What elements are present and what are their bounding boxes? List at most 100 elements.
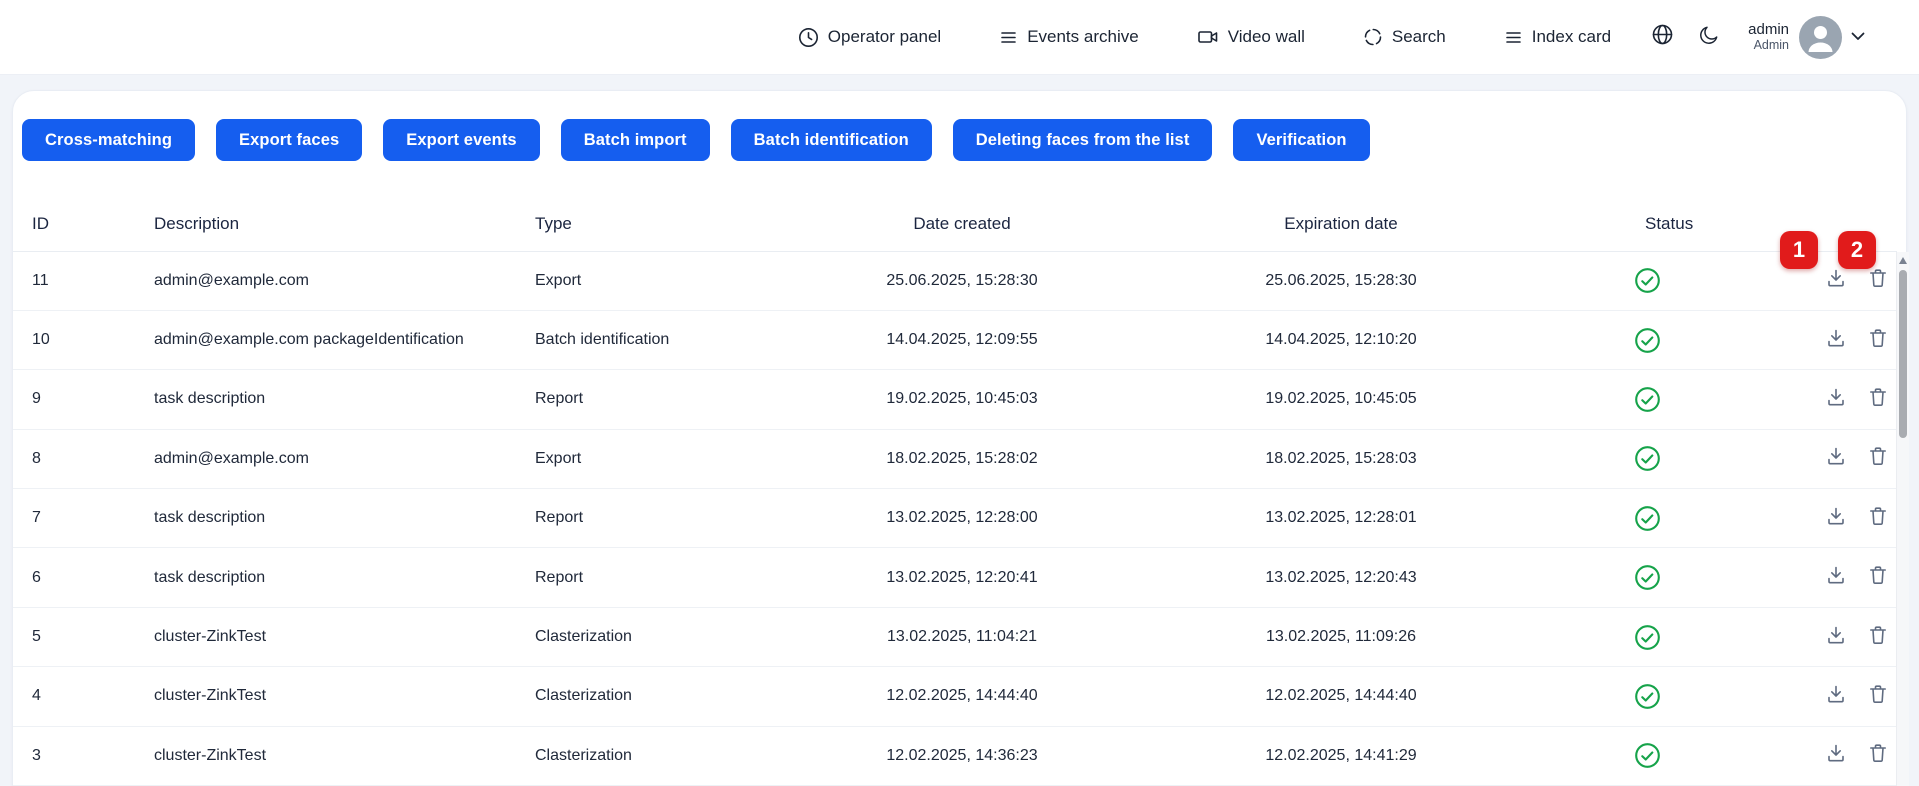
download-icon[interactable] (1824, 623, 1848, 652)
table-row: 7 task description Report 13.02.2025, 12… (13, 489, 1897, 548)
cell-type: Report (515, 489, 811, 548)
user-menu[interactable]: admin Admin (1748, 16, 1865, 59)
nav-item-operator-panel[interactable]: Operator panel (798, 27, 941, 48)
download-icon[interactable] (1824, 444, 1848, 473)
avatar[interactable] (1799, 16, 1842, 59)
table-row: 10 admin@example.com packageIdentificati… (13, 310, 1897, 369)
cell-status (1569, 251, 1749, 310)
nav-item-events-archive[interactable]: Events archive (999, 27, 1139, 47)
user-role: Admin (1748, 38, 1789, 52)
col-header-description: Description (134, 161, 515, 251)
cell-status (1569, 607, 1749, 666)
download-icon[interactable] (1824, 741, 1848, 770)
col-header-id: ID (13, 161, 134, 251)
trash-icon[interactable] (1866, 563, 1890, 592)
cell-expiration: 13.02.2025, 11:09:26 (1113, 607, 1569, 666)
status-success-icon (1634, 683, 1661, 710)
nav-item-search[interactable]: Search (1363, 27, 1446, 47)
cell-type: Report (515, 370, 811, 429)
scrollbar-thumb[interactable] (1899, 270, 1907, 438)
toolbar-button[interactable]: Batch identification (731, 119, 932, 161)
toolbar-button[interactable]: Batch import (561, 119, 710, 161)
nav-label: Video wall (1228, 27, 1305, 47)
trash-icon[interactable] (1866, 385, 1890, 414)
cell-status (1569, 310, 1749, 369)
cell-expiration: 12.02.2025, 14:44:40 (1113, 667, 1569, 726)
clock-icon (798, 27, 819, 48)
user-names: admin Admin (1748, 21, 1789, 53)
trash-icon[interactable] (1866, 741, 1890, 770)
step-badge-1: 1 (1780, 231, 1818, 269)
cell-actions (1749, 370, 1897, 429)
download-icon[interactable] (1824, 504, 1848, 533)
toolbar-button[interactable]: Cross-matching (22, 119, 195, 161)
status-success-icon (1634, 624, 1661, 651)
user-name: admin (1748, 21, 1789, 38)
status-success-icon (1634, 386, 1661, 413)
cell-date-created: 12.02.2025, 14:44:40 (811, 667, 1113, 726)
trash-icon[interactable] (1866, 444, 1890, 473)
cell-description: admin@example.com packageIdentification (134, 310, 515, 369)
download-icon[interactable] (1824, 385, 1848, 414)
dark-mode-moon-icon[interactable] (1698, 24, 1720, 51)
cell-description: cluster-ZinkTest (134, 726, 515, 785)
trash-icon[interactable] (1866, 326, 1890, 355)
table-row: 5 cluster-ZinkTest Clasterization 13.02.… (13, 607, 1897, 666)
language-globe-icon[interactable] (1651, 23, 1674, 51)
cell-actions (1749, 310, 1897, 369)
toolbar-button[interactable]: Verification (1233, 119, 1369, 161)
toolbar-button[interactable]: Export events (383, 119, 539, 161)
nav-item-index-card[interactable]: Index card (1504, 27, 1611, 47)
trash-icon[interactable] (1866, 504, 1890, 533)
cell-status (1569, 429, 1749, 488)
step-badge-2: 2 (1838, 231, 1876, 269)
cell-description: admin@example.com (134, 251, 515, 310)
status-success-icon (1634, 564, 1661, 591)
cell-date-created: 18.02.2025, 15:28:02 (811, 429, 1113, 488)
table-row: 9 task description Report 19.02.2025, 10… (13, 370, 1897, 429)
cell-type: Clasterization (515, 667, 811, 726)
cell-expiration: 18.02.2025, 15:28:03 (1113, 429, 1569, 488)
cell-expiration: 13.02.2025, 12:20:43 (1113, 548, 1569, 607)
cell-id: 8 (13, 429, 134, 488)
cell-id: 9 (13, 370, 134, 429)
cell-actions (1749, 726, 1897, 785)
download-icon[interactable] (1824, 266, 1848, 295)
cell-actions (1749, 607, 1897, 666)
download-icon[interactable] (1824, 682, 1848, 711)
table-row: 4 cluster-ZinkTest Clasterization 12.02.… (13, 667, 1897, 726)
cell-id: 11 (13, 251, 134, 310)
top-navbar: Operator panel Events archive Video wall… (0, 0, 1919, 75)
cell-actions (1749, 667, 1897, 726)
nav-label: Search (1392, 27, 1446, 47)
tasks-table: ID Description Type Date created Expirat… (13, 161, 1897, 786)
toolbar-button[interactable]: Export faces (216, 119, 362, 161)
search-icon (1363, 27, 1383, 47)
status-success-icon (1634, 445, 1661, 472)
cell-date-created: 14.04.2025, 12:09:55 (811, 310, 1113, 369)
cell-id: 7 (13, 489, 134, 548)
cell-type: Report (515, 548, 811, 607)
nav-label: Index card (1532, 27, 1611, 47)
trash-icon[interactable] (1866, 266, 1890, 295)
download-icon[interactable] (1824, 326, 1848, 355)
table-scrollbar[interactable] (1896, 252, 1909, 786)
cell-type: Clasterization (515, 726, 811, 785)
trash-icon[interactable] (1866, 623, 1890, 652)
toolbar-button[interactable]: Deleting faces from the list (953, 119, 1213, 161)
download-icon[interactable] (1824, 563, 1848, 592)
trash-icon[interactable] (1866, 682, 1890, 711)
cell-status (1569, 489, 1749, 548)
chevron-down-icon[interactable] (1851, 28, 1865, 46)
cell-id: 6 (13, 548, 134, 607)
cell-status (1569, 667, 1749, 726)
status-success-icon (1634, 327, 1661, 354)
scrollbar-up-arrow[interactable] (1899, 257, 1907, 264)
col-header-type: Type (515, 161, 811, 251)
cell-description: cluster-ZinkTest (134, 607, 515, 666)
cell-actions (1749, 429, 1897, 488)
status-success-icon (1634, 505, 1661, 532)
cell-type: Batch identification (515, 310, 811, 369)
nav-item-video-wall[interactable]: Video wall (1197, 27, 1305, 47)
cell-description: task description (134, 548, 515, 607)
